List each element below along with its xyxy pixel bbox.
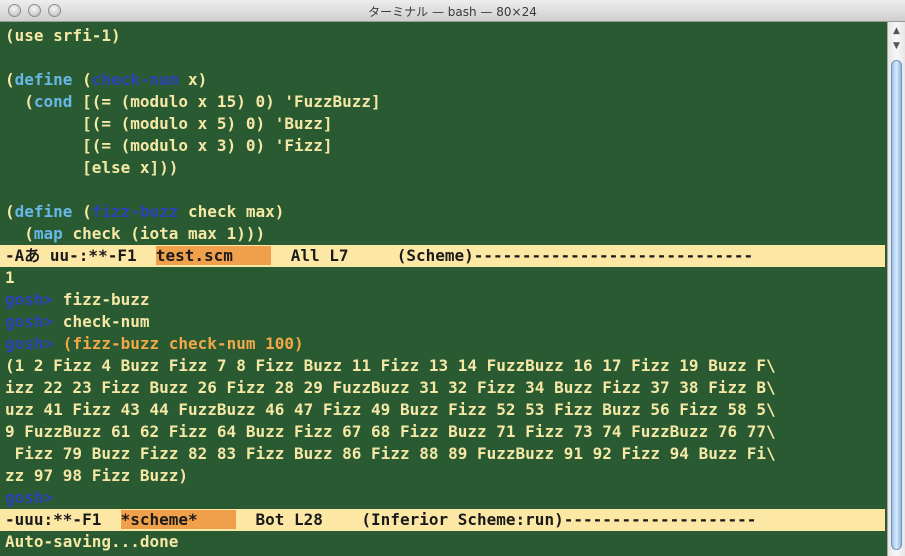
repl-line: gosh> check-num [5,311,150,333]
repl-result-line: izz 22 23 Fizz Buzz 26 Fizz 28 29 FuzzBu… [5,378,776,397]
repl-command: check-num [53,312,150,331]
repl-line: gosh> (fizz-buzz check-num 100) [5,333,304,355]
vertical-scrollbar[interactable]: ▲ ▼ [887,22,905,556]
repl-result-line: (1 2 Fizz 4 Buzz Fizz 7 8 Fizz Buzz 11 F… [5,356,776,375]
code-line: (map check (iota max 1))) [5,224,266,243]
scroll-up-icon[interactable]: ▲ [890,25,903,38]
keyword: define [14,70,73,89]
mode-line-info: Bot L28 (Inferior Scheme:run)-----------… [236,510,757,529]
scroll-down-icon[interactable]: ▼ [890,40,903,53]
repl-input: (fizz-buzz check-num 100) [53,334,304,353]
window-title: ターミナル — bash — 80×24 [368,5,537,19]
code-text: x) [178,70,208,89]
repl-result-line: uzz 41 Fizz 43 44 FuzzBuzz 46 47 Fizz 49… [5,400,776,419]
repl-result-line: Fizz 79 Buzz Fizz 82 83 Fizz Buzz 86 Fiz… [5,444,776,463]
code-line: [else x])) [5,158,179,177]
repl-output: 1 [5,268,15,287]
code-text: [(= (modulo x 15) 0) 'FuzzBuzz] [72,92,381,111]
mode-line-status: -uuu:**-F1 [5,510,121,529]
code-line: (define (check-num x) [5,70,208,89]
mode-line-top[interactable]: -Aあ uu-:**-F1 test.scm All L7 (Scheme)--… [0,245,885,267]
code-line: (define (fizz-buzz check max) [5,202,285,221]
repl-command: fizz-buzz [53,290,150,309]
repl-prompt: gosh> [5,290,54,309]
mode-line-bottom[interactable]: -uuu:**-F1 *scheme* Bot L28 (Inferior Sc… [0,509,885,531]
scrollbar-thumb[interactable] [891,60,902,550]
mode-line-buffer-name: test.scm [155,246,272,265]
repl-prompt: gosh> [5,334,54,353]
code-line: (cond [(= (modulo x 15) 0) 'FuzzBuzz] [5,92,381,111]
code-text: check max) [178,202,285,221]
code-line: [(= (modulo x 3) 0) 'Fizz] [5,136,333,155]
repl-prompt: gosh> [5,488,54,507]
function-name: fizz-buzz [91,202,179,221]
function-name: check-num [91,70,179,89]
keyword: map [33,224,63,243]
repl-line: gosh> [5,487,53,509]
repl-result-line: zz 97 98 Fizz Buzz) [5,466,189,485]
code-line: [(= (modulo x 5) 0) 'Buzz] [5,114,333,133]
code-text: check (iota max 1))) [62,224,266,243]
keyword: define [14,202,73,221]
terminal-content[interactable]: (use srfi-1) (define (check-num x) (cond… [0,22,887,556]
code-line: (use srfi-1) [5,26,121,45]
mode-line-buffer-name: *scheme* [120,510,237,529]
repl-line: gosh> fizz-buzz [5,289,150,311]
repl-prompt: gosh> [5,312,54,331]
echo-area: Auto-saving...done [5,532,179,551]
mode-line-info: All L7 (Scheme)-------------------------… [271,246,754,265]
mode-line-status: -Aあ uu-:**-F1 [5,246,156,265]
repl-result-line: 9 FuzzBuzz 61 62 Fizz 64 Buzz Fizz 67 68… [5,422,776,441]
keyword: cond [33,92,73,111]
window-titlebar[interactable]: ターミナル — bash — 80×24 [0,0,905,22]
